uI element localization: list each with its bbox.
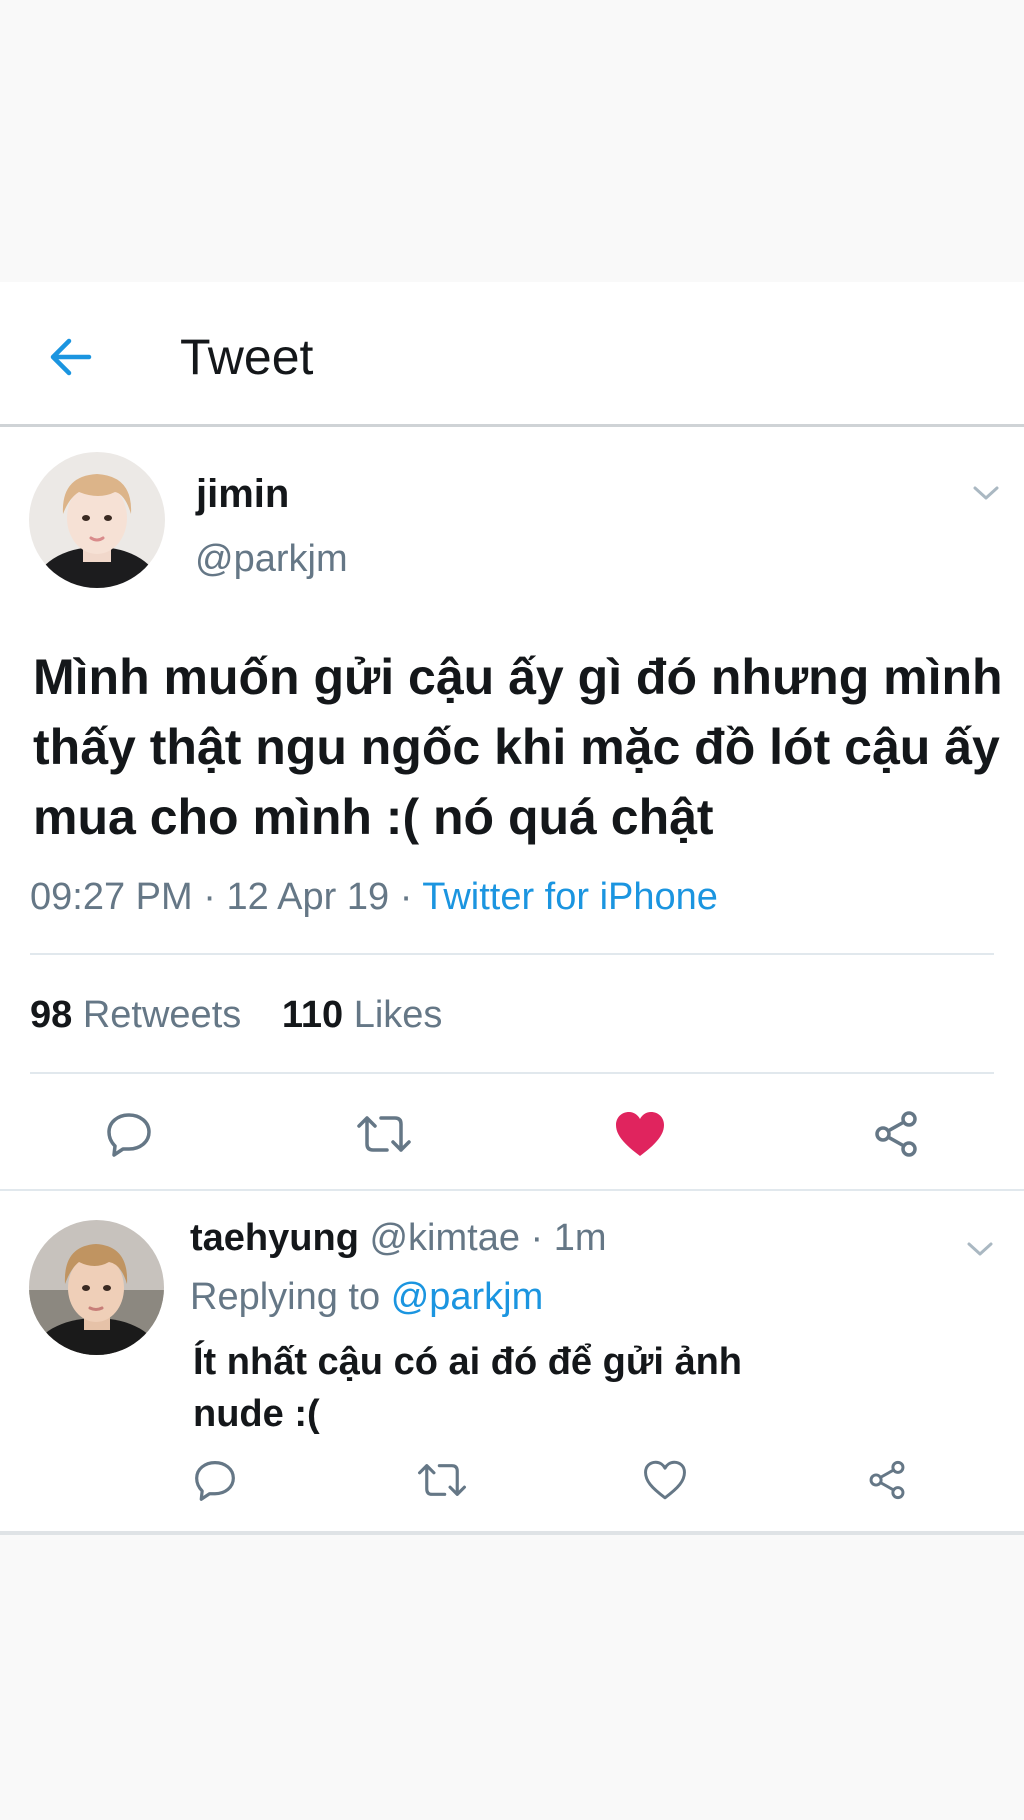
- reply-retweet-button[interactable]: [414, 1455, 470, 1505]
- like-count: 110: [281, 994, 344, 1036]
- back-arrow-icon: [50, 338, 92, 376]
- meta-separator: ·: [399, 876, 413, 918]
- tweet-meta: 09:27 PM · 12 Apr 19 · Twitter for iPhon…: [30, 876, 718, 919]
- meta-separator: ·: [530, 1217, 544, 1259]
- share-icon: [875, 1111, 917, 1157]
- tweet-detail-card: Tweet jimin @parkjm Mình muốn gửi cậu ấy…: [0, 282, 1024, 1535]
- tweet-source-link[interactable]: Twitter for iPhone: [422, 876, 718, 918]
- reply-share-button[interactable]: [862, 1455, 912, 1505]
- heart-icon: [616, 1112, 664, 1156]
- chevron-down-icon: [967, 1242, 993, 1256]
- reply-menu-button[interactable]: [960, 1234, 1000, 1264]
- retweet-icon: [357, 1116, 411, 1152]
- meta-separator: ·: [203, 876, 216, 918]
- reply-author-name[interactable]: taehyung: [190, 1217, 359, 1259]
- tweet-time: 09:27 PM: [30, 876, 193, 918]
- reply-reply-button[interactable]: [190, 1455, 240, 1505]
- retweet-count: 98: [30, 994, 73, 1036]
- reply-like-button[interactable]: [640, 1455, 690, 1505]
- reply-button[interactable]: [99, 1104, 159, 1164]
- divider: [30, 953, 994, 955]
- replying-label: Replying to: [190, 1276, 381, 1318]
- share-icon: [869, 1460, 905, 1500]
- retweet-label: Retweets: [82, 994, 242, 1036]
- reply-avatar[interactable]: [29, 1220, 164, 1355]
- avatar[interactable]: [29, 452, 165, 588]
- author-name[interactable]: jimin: [196, 472, 289, 517]
- section-divider: [0, 1189, 1024, 1191]
- tweet-stats: 98 Retweets 110 Likes: [30, 994, 472, 1037]
- reply-time: 1m: [553, 1217, 607, 1259]
- retweet-icon: [418, 1464, 466, 1496]
- page-title: Tweet: [180, 329, 314, 385]
- heart-outline-icon: [644, 1460, 686, 1500]
- share-button[interactable]: [866, 1104, 926, 1164]
- like-button[interactable]: [610, 1104, 670, 1164]
- tweet-menu-button[interactable]: [966, 478, 1006, 508]
- reply-text: Ít nhất cậu có ai đó để gửi ảnh nude :(: [193, 1341, 743, 1435]
- replying-to: Replying to @parkjm: [190, 1276, 543, 1319]
- likes-stat[interactable]: 110 Likes: [282, 994, 443, 1036]
- reply-icon: [195, 1460, 235, 1501]
- bottom-divider: [0, 1531, 1024, 1535]
- divider: [30, 1072, 994, 1074]
- retweets-stat[interactable]: 98 Retweets: [30, 994, 241, 1036]
- reply-author-handle[interactable]: @kimtae: [369, 1217, 520, 1259]
- top-bar: Tweet: [0, 282, 1024, 427]
- tweet-date: 12 Apr 19: [226, 876, 390, 918]
- retweet-button[interactable]: [354, 1104, 414, 1164]
- replying-mention[interactable]: @parkjm: [391, 1276, 544, 1318]
- reply-icon: [107, 1113, 151, 1157]
- like-label: Likes: [353, 994, 443, 1036]
- back-button[interactable]: [40, 327, 100, 387]
- author-handle[interactable]: @parkjm: [195, 538, 348, 581]
- tweet-text: Mình muốn gửi cậu ấy gì đó nhưng mình th…: [33, 649, 1003, 845]
- reply-header: taehyung @kimtae · 1m: [190, 1217, 607, 1260]
- chevron-down-icon: [973, 486, 999, 500]
